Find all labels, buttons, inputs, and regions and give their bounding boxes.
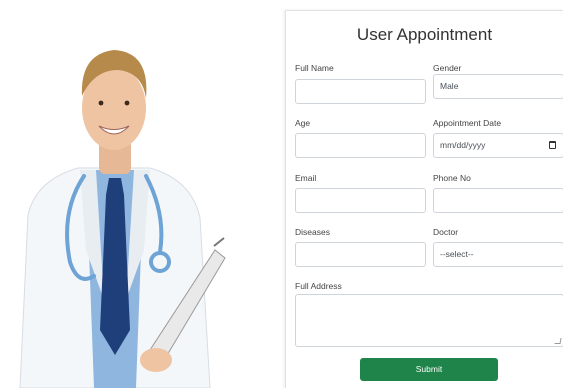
clipboard-clip xyxy=(213,237,225,247)
eye-right xyxy=(124,100,130,106)
doctor-label: Doctor xyxy=(433,227,459,237)
phone-input[interactable] xyxy=(433,188,563,213)
email-input[interactable] xyxy=(295,188,426,213)
hand-shape xyxy=(140,348,172,372)
age-label: Age xyxy=(295,118,311,128)
doctor-select[interactable]: --select-- xyxy=(433,242,563,267)
full-address-textarea[interactable] xyxy=(295,294,563,347)
appointment-date-label: Appointment Date xyxy=(433,118,502,128)
resize-grip-icon[interactable] xyxy=(554,338,562,344)
email-label: Email xyxy=(295,173,317,183)
appointment-date-placeholder: mm/dd/yyyy xyxy=(440,140,486,150)
eye-left xyxy=(98,100,104,106)
diseases-input[interactable] xyxy=(295,242,426,267)
appointment-form-card: User Appointment Full Name Gender Male A… xyxy=(285,10,563,388)
phone-label: Phone No xyxy=(433,173,471,183)
gender-input[interactable]: Male xyxy=(433,74,563,99)
doctor-illustration xyxy=(19,50,226,388)
submit-button[interactable]: Submit xyxy=(360,358,498,381)
full-address-label: Full Address xyxy=(295,281,342,291)
gender-label: Gender xyxy=(433,63,462,73)
diseases-label: Diseases xyxy=(295,227,330,237)
calendar-icon[interactable] xyxy=(549,141,556,149)
full-name-label: Full Name xyxy=(295,63,334,73)
appointment-date-input[interactable]: mm/dd/yyyy xyxy=(433,133,563,158)
age-input[interactable] xyxy=(295,133,426,158)
form-title: User Appointment xyxy=(356,25,493,44)
full-name-input[interactable] xyxy=(295,79,426,104)
